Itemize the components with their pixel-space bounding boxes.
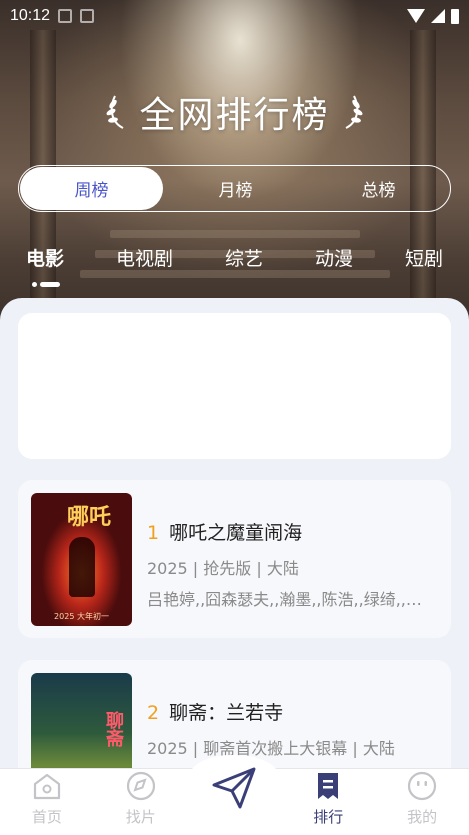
tab-monthly[interactable]: 月榜 bbox=[164, 166, 307, 211]
profile-icon bbox=[407, 771, 437, 801]
page-title: 全网排行榜 bbox=[139, 95, 330, 136]
list-item[interactable]: 哪吒 2025 大年初一 1 哪吒之魔童闹海 2025 | 抢先版 | 大陆 吕艳… bbox=[18, 480, 451, 638]
status-time: 10:12 bbox=[10, 7, 51, 24]
tab-movie-label: 电影 bbox=[26, 248, 65, 270]
movie-meta: 2025 | 抢先版 | 大陆 bbox=[147, 559, 299, 578]
movie-title-text: 聊斋：兰若寺 bbox=[169, 702, 284, 724]
movie-title: 1 哪吒之魔童闹海 bbox=[147, 518, 302, 545]
banner-placeholder-card[interactable] bbox=[18, 313, 451, 459]
active-tab-indicator bbox=[32, 282, 60, 287]
ranking-icon bbox=[318, 773, 339, 799]
wifi-icon bbox=[407, 9, 425, 23]
nav-home-label: 首页 bbox=[31, 808, 62, 826]
movie-meta: 2025 | 聊斋首次搬上大银幕 | 大陆 bbox=[147, 739, 395, 758]
period-tab-group: 周榜 月榜 总榜 bbox=[18, 165, 451, 212]
tab-weekly[interactable]: 周榜 bbox=[20, 167, 163, 210]
tab-movie[interactable]: 电影 bbox=[26, 244, 65, 287]
battery-icon bbox=[451, 8, 459, 24]
compass-icon bbox=[126, 771, 155, 801]
notification-b-icon bbox=[80, 9, 95, 23]
nav-profile-label: 我的 bbox=[407, 808, 438, 826]
tab-anime[interactable]: 动漫 bbox=[315, 244, 353, 271]
paper-plane-icon bbox=[212, 767, 256, 809]
home-icon bbox=[33, 773, 60, 800]
bottom-navigation: 首页 找片 排行 我的 bbox=[0, 755, 469, 835]
tab-variety[interactable]: 综艺 bbox=[225, 244, 263, 271]
status-bar: 10:12 bbox=[0, 0, 469, 32]
tab-short-drama[interactable]: 短剧 bbox=[405, 244, 443, 271]
notification-a-icon bbox=[58, 9, 73, 23]
poster-footer-text: 2025 大年初一 bbox=[54, 612, 109, 621]
laurel-left-icon bbox=[106, 95, 124, 129]
nav-ranking-label: 排行 bbox=[313, 808, 344, 826]
movie-title: 2 聊斋：兰若寺 bbox=[147, 698, 283, 725]
category-tab-group: 电影 电视剧 综艺 动漫 短剧 bbox=[0, 244, 469, 287]
laurel-right-icon bbox=[344, 95, 363, 129]
nav-profile[interactable]: 我的 bbox=[375, 769, 469, 835]
nav-ranking[interactable]: 排行 bbox=[281, 769, 375, 835]
rank-number: 2 bbox=[147, 702, 160, 724]
poster-title-text: 聊斋 bbox=[103, 711, 124, 747]
poster-title-text: 哪吒 bbox=[67, 505, 112, 530]
banner-step bbox=[80, 270, 390, 278]
movie-cast: 吕艳婷,,囧森瑟夫,,瀚墨,,陈浩,,绿绮,,张珈铭,,杨卫 bbox=[147, 590, 437, 609]
banner-step bbox=[110, 230, 360, 238]
signal-icon bbox=[431, 9, 445, 23]
rank-number: 1 bbox=[147, 522, 160, 544]
poster-figure bbox=[69, 537, 95, 597]
nav-discover-label: 找片 bbox=[125, 808, 156, 826]
movie-poster: 哪吒 2025 大年初一 bbox=[31, 493, 132, 626]
nav-discover[interactable]: 找片 bbox=[94, 769, 188, 835]
tab-tv-series[interactable]: 电视剧 bbox=[116, 244, 173, 271]
nav-share[interactable] bbox=[188, 767, 282, 835]
nav-home[interactable]: 首页 bbox=[0, 769, 94, 835]
page-title-row: 全网排行榜 bbox=[0, 86, 469, 138]
tab-all-time[interactable]: 总榜 bbox=[307, 166, 450, 211]
movie-title-text: 哪吒之魔童闹海 bbox=[169, 522, 303, 544]
